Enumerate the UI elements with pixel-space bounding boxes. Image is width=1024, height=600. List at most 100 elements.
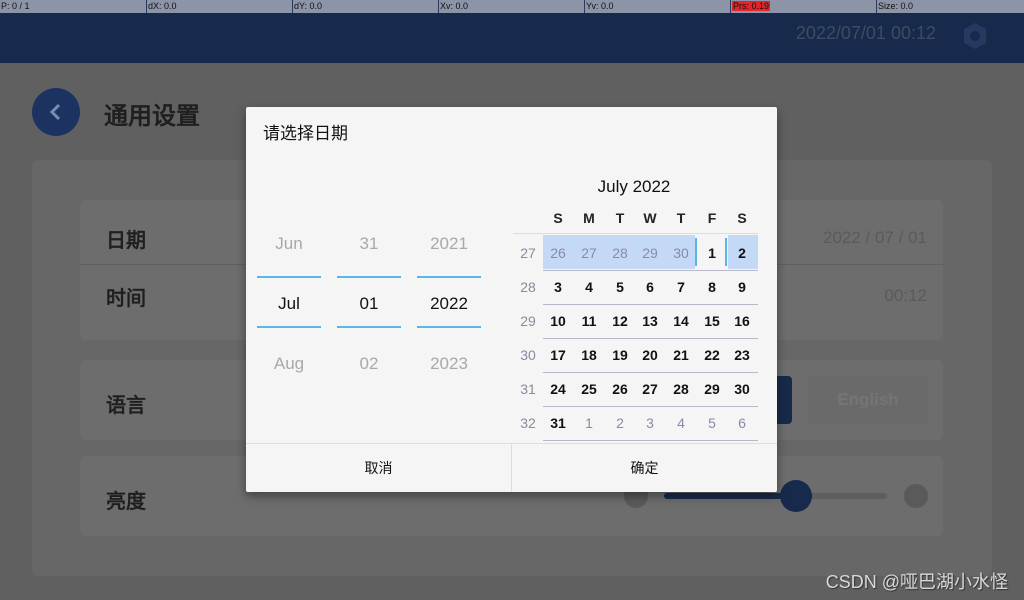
brightness-label: 亮度 bbox=[106, 491, 146, 513]
date-value[interactable]: 2022 / 07 / 01 bbox=[823, 228, 927, 248]
weekday-header: M bbox=[583, 210, 595, 226]
calendar-day[interactable]: 30 bbox=[727, 380, 757, 398]
slider-thumb[interactable] bbox=[779, 480, 812, 512]
ok-button[interactable]: 确定 bbox=[511, 444, 777, 492]
year-picker-item[interactable]: 2022 bbox=[417, 294, 481, 314]
status-cell: Prs: 0.19 bbox=[730, 0, 876, 13]
month-picker-item[interactable]: Jun bbox=[257, 234, 321, 254]
language-label: 语言 bbox=[106, 395, 146, 417]
calendar-day[interactable]: 26 bbox=[605, 380, 635, 398]
week-number: 27 bbox=[520, 245, 536, 261]
calendar-day[interactable]: 7 bbox=[666, 278, 696, 296]
header-datetime: 2022/07/01 00:12 bbox=[795, 23, 936, 43]
calendar-day[interactable]: 24 bbox=[543, 380, 573, 398]
picker-selection-line bbox=[417, 276, 481, 278]
calendar-day[interactable]: 17 bbox=[543, 346, 573, 364]
brightness-slider[interactable] bbox=[664, 480, 887, 512]
year-picker-item[interactable]: 2023 bbox=[417, 354, 481, 374]
calendar-day[interactable]: 19 bbox=[605, 346, 635, 364]
status-cell: Size: 0.0 bbox=[876, 0, 1022, 13]
calendar-day[interactable]: 15 bbox=[697, 312, 727, 330]
weekday-header: S bbox=[737, 210, 747, 226]
calendar-day[interactable]: 3 bbox=[543, 278, 573, 296]
week-number: 28 bbox=[520, 279, 536, 295]
calendar-day[interactable]: 1 bbox=[697, 244, 727, 262]
calendar-day[interactable]: 10 bbox=[543, 312, 573, 330]
status-cell: dX: 0.0 bbox=[146, 0, 292, 13]
calendar-day[interactable]: 29 bbox=[635, 244, 665, 262]
year-picker-item[interactable]: 2021 bbox=[417, 234, 481, 254]
calendar-day[interactable]: 6 bbox=[727, 414, 757, 432]
calendar-day[interactable]: 4 bbox=[574, 278, 604, 296]
weekday-header: W bbox=[643, 210, 657, 226]
row-separator bbox=[543, 270, 758, 271]
cancel-button[interactable]: 取消 bbox=[246, 444, 511, 492]
calendar-day[interactable]: 6 bbox=[635, 278, 665, 296]
row-separator bbox=[543, 338, 758, 339]
picker-selection-line bbox=[337, 326, 401, 328]
calendar-day[interactable]: 12 bbox=[605, 312, 635, 330]
time-value[interactable]: 00:12 bbox=[884, 286, 927, 306]
calendar-day[interactable]: 23 bbox=[727, 346, 757, 364]
calendar-day[interactable]: 11 bbox=[574, 312, 604, 330]
calendar-day[interactable]: 27 bbox=[574, 244, 604, 262]
row-separator bbox=[543, 440, 758, 441]
chevron-left-icon bbox=[49, 103, 61, 121]
calendar-day[interactable]: 14 bbox=[666, 312, 696, 330]
calendar-day[interactable]: 1 bbox=[574, 414, 604, 432]
calendar-day[interactable]: 18 bbox=[574, 346, 604, 364]
calendar-day[interactable]: 30 bbox=[666, 244, 696, 262]
month-picker-item[interactable]: Aug bbox=[257, 354, 321, 374]
dialog-title: 请选择日期 bbox=[263, 124, 348, 143]
calendar-day[interactable]: 29 bbox=[697, 380, 727, 398]
watermark: CSDN @哑巴湖小水怪 bbox=[825, 572, 1008, 592]
weekday-header: F bbox=[707, 210, 717, 226]
weekday-header: T bbox=[615, 210, 625, 226]
calendar-day[interactable]: 3 bbox=[635, 414, 665, 432]
calendar-day[interactable]: 28 bbox=[666, 380, 696, 398]
picker-selection-line bbox=[337, 276, 401, 278]
calendar-day[interactable]: 2 bbox=[605, 414, 635, 432]
week-number: 30 bbox=[520, 347, 536, 363]
week-number: 29 bbox=[520, 313, 536, 329]
date-label: 日期 bbox=[106, 230, 146, 252]
week-number: 32 bbox=[520, 415, 536, 431]
debug-status-bar: P: 0 / 1 dX: 0.0 dY: 0.0 Xv: 0.0 Yv: 0.0 Prs:… bbox=[0, 0, 1024, 13]
date-picker-dialog: 请选择日期 Jun Jul Aug 31 01 02 2021 2022 2023 July 2… bbox=[246, 107, 777, 492]
picker-selection-line bbox=[257, 276, 321, 278]
brightness-high-icon bbox=[904, 484, 928, 508]
settings-icon[interactable] bbox=[962, 21, 988, 51]
picker-selection-line bbox=[257, 326, 321, 328]
calendar-day[interactable]: 9 bbox=[727, 278, 757, 296]
calendar-day[interactable]: 21 bbox=[666, 346, 696, 364]
status-cell: P: 0 / 1 bbox=[1, 1, 30, 11]
calendar-day[interactable]: 8 bbox=[697, 278, 727, 296]
status-cell: Xv: 0.0 bbox=[438, 0, 584, 13]
calendar-day[interactable]: 13 bbox=[635, 312, 665, 330]
calendar-day[interactable]: 22 bbox=[697, 346, 727, 364]
calendar-day[interactable]: 5 bbox=[605, 278, 635, 296]
calendar-day[interactable]: 28 bbox=[605, 244, 635, 262]
calendar-day[interactable]: 27 bbox=[635, 380, 665, 398]
day-picker-item[interactable]: 31 bbox=[337, 234, 401, 254]
language-english-button[interactable]: English bbox=[808, 376, 928, 424]
calendar-day[interactable]: 5 bbox=[697, 414, 727, 432]
month-picker-item[interactable]: Jul bbox=[257, 294, 321, 314]
calendar-day[interactable]: 16 bbox=[727, 312, 757, 330]
weekday-header: S bbox=[553, 210, 563, 226]
row-separator bbox=[543, 406, 758, 407]
row-separator bbox=[543, 304, 758, 305]
calendar-day[interactable]: 4 bbox=[666, 414, 696, 432]
time-label: 时间 bbox=[106, 288, 146, 310]
calendar-day[interactable]: 20 bbox=[635, 346, 665, 364]
week-number: 31 bbox=[520, 381, 536, 397]
back-button[interactable] bbox=[32, 88, 80, 136]
day-picker-item[interactable]: 01 bbox=[337, 294, 401, 314]
calendar-title: July 2022 bbox=[597, 177, 671, 196]
calendar-day[interactable]: 2 bbox=[727, 244, 757, 262]
calendar-day[interactable]: 31 bbox=[543, 414, 573, 432]
calendar-day[interactable]: 26 bbox=[543, 244, 573, 262]
day-picker-item[interactable]: 02 bbox=[337, 354, 401, 374]
calendar-day[interactable]: 25 bbox=[574, 380, 604, 398]
weekday-header: T bbox=[676, 210, 686, 226]
